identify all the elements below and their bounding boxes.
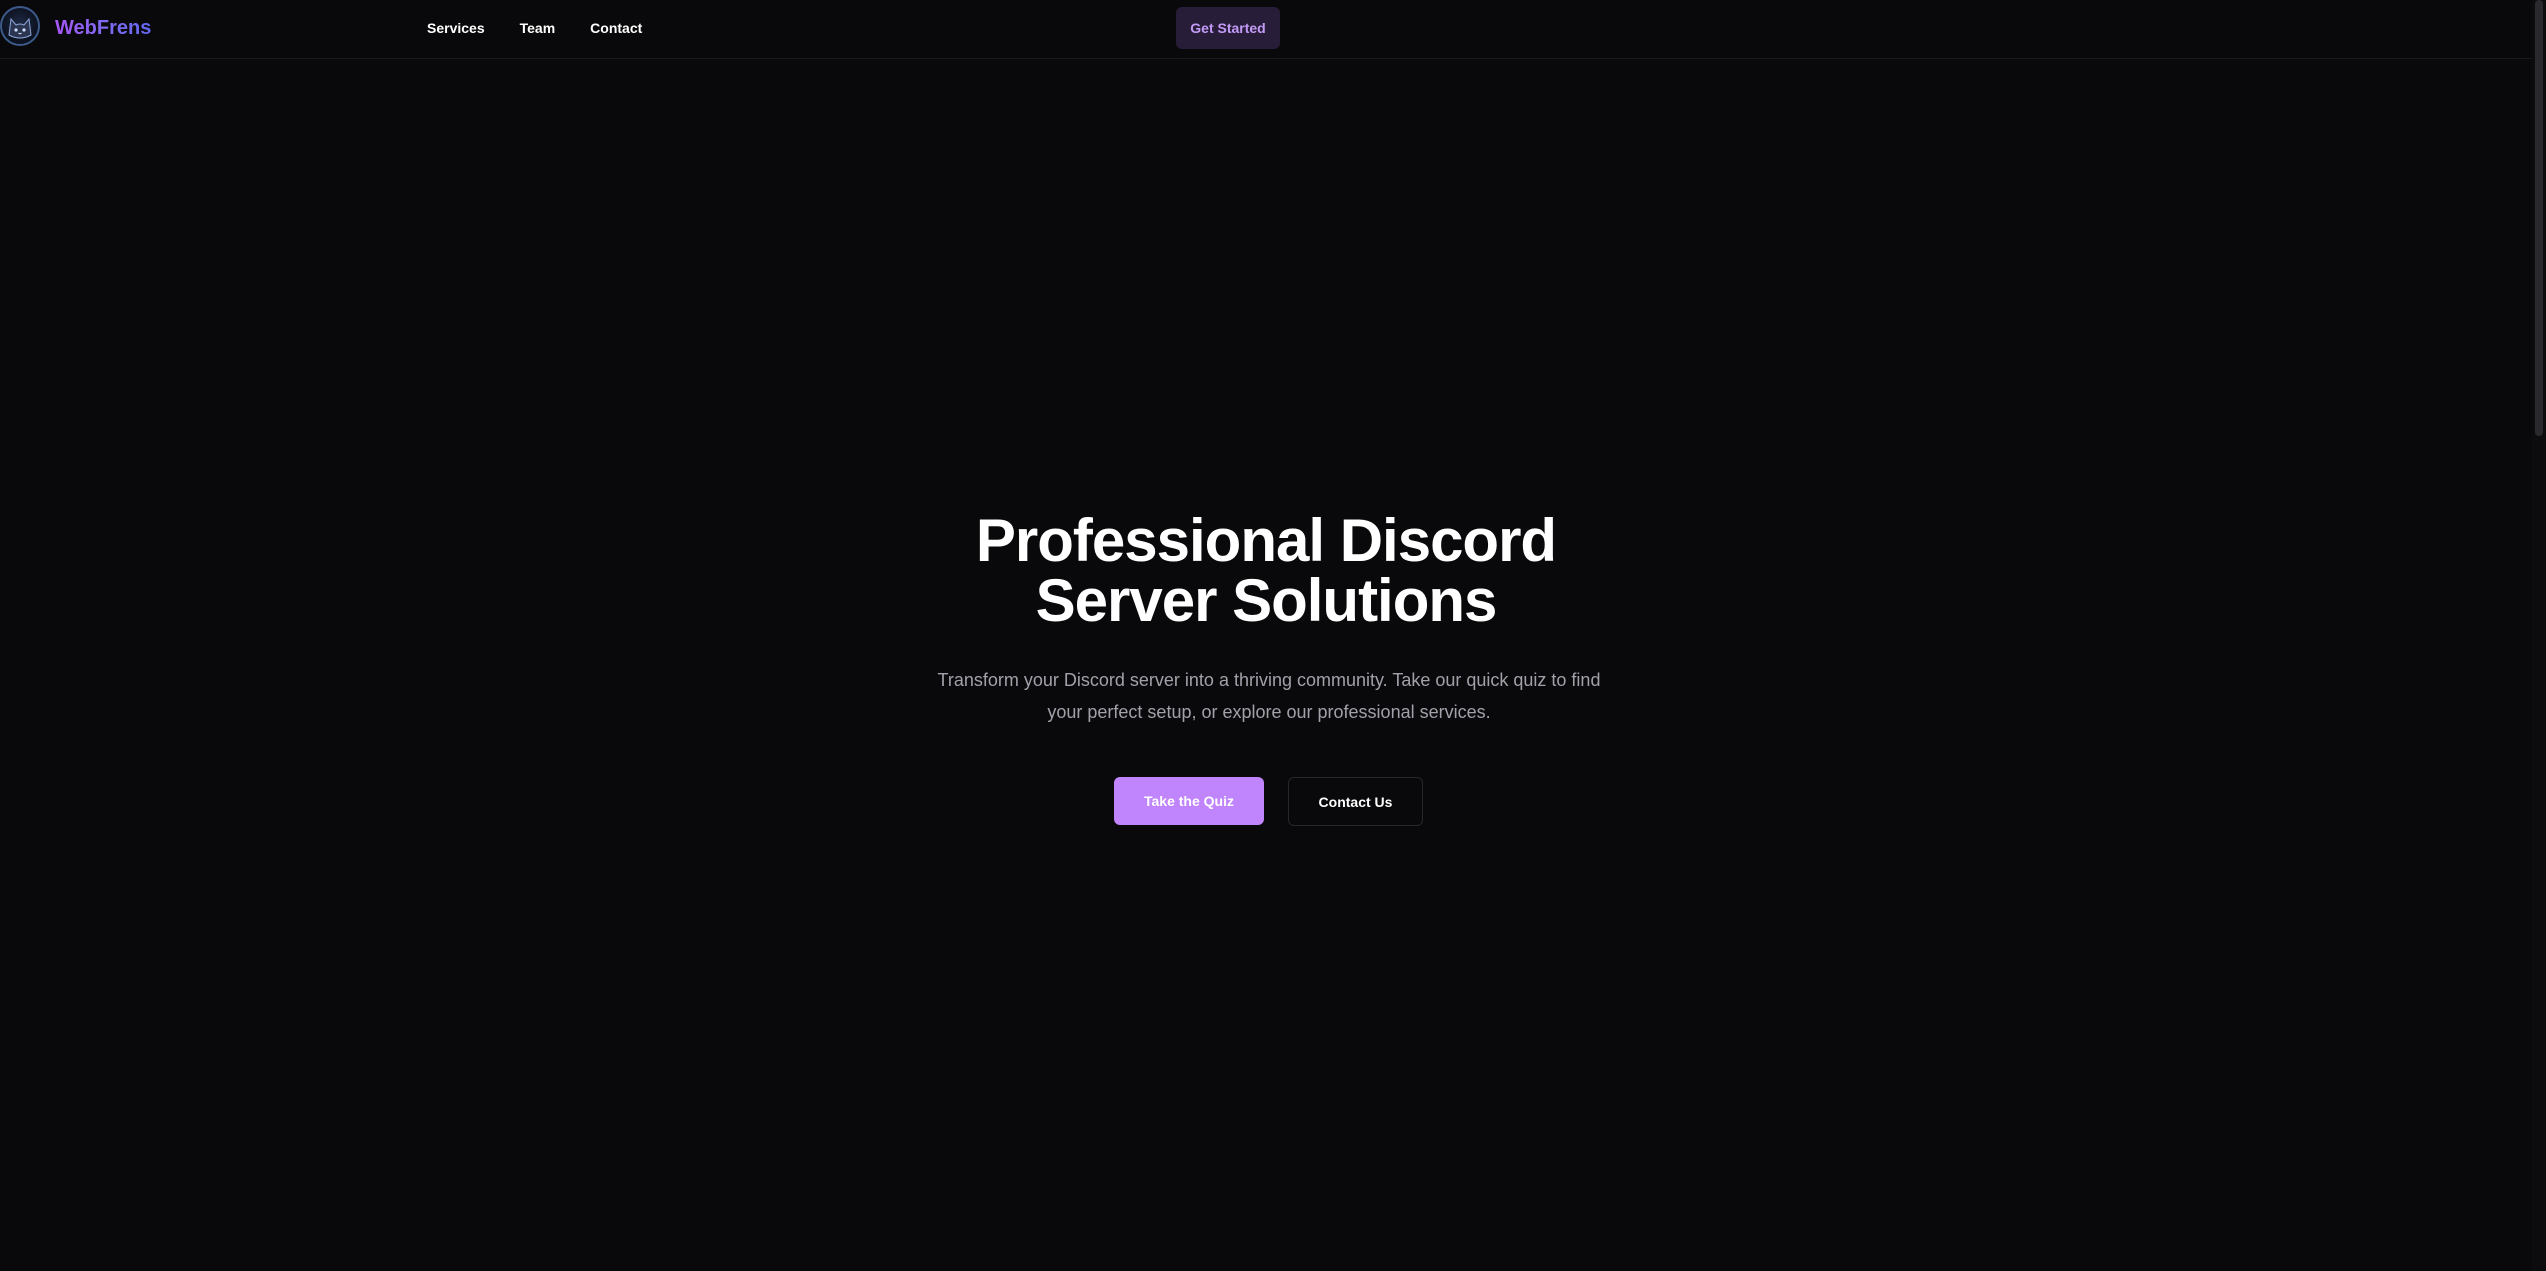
hero-title-line-1: Professional Discord <box>975 507 1557 574</box>
hero-subtitle: Transform your Discord server into a thr… <box>937 670 1601 722</box>
scrollbar-thumb[interactable] <box>2535 0 2543 436</box>
page: WebFrens Services Team Contact Get Start… <box>0 0 2546 1271</box>
hero-title: Professional Discord Server Solutions <box>0 511 2532 631</box>
page-scrollbar[interactable] <box>2532 0 2546 1271</box>
hero-title-line-2: Server Solutions <box>1035 567 1498 634</box>
contact-us-button[interactable]: Contact Us <box>1288 777 1423 826</box>
take-quiz-button[interactable]: Take the Quiz <box>1114 777 1264 825</box>
hero-section: Professional Discord Server Solutions Tr… <box>0 0 2532 1271</box>
